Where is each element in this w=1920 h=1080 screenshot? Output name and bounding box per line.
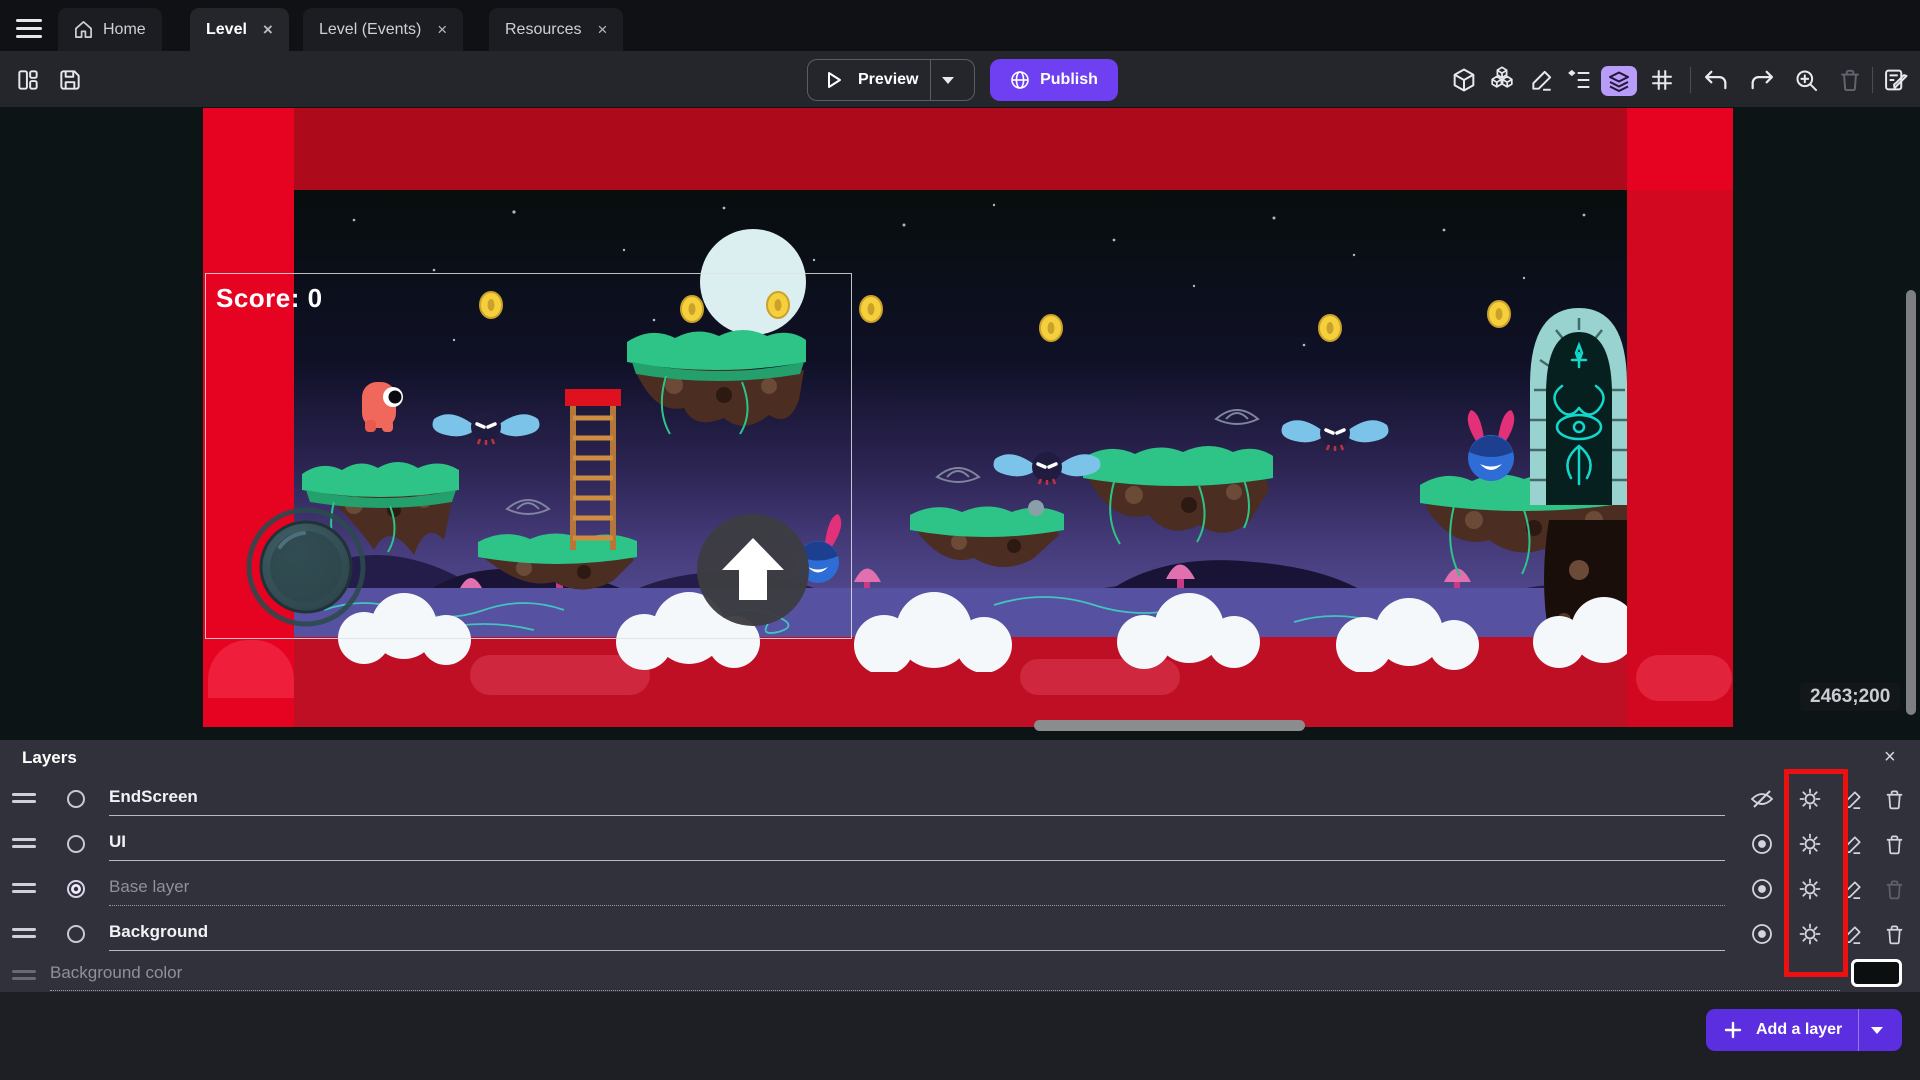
gdevelop-editor-window: Home Level × Level (Events) × Resources …	[0, 0, 1920, 1080]
tab-label: Level	[206, 21, 247, 39]
delete-icon[interactable]	[1880, 830, 1908, 858]
toolbar-separator	[1872, 67, 1873, 93]
vertical-scrollbar[interactable]	[1906, 290, 1916, 715]
tab-label: Level (Events)	[319, 21, 421, 39]
divider	[1858, 1009, 1859, 1051]
toolbar-separator	[1690, 67, 1691, 93]
preview-button[interactable]: Preview	[807, 59, 975, 101]
object-icon[interactable]	[1448, 64, 1480, 96]
layer-name-underline	[109, 814, 1725, 816]
tab-level-events[interactable]: Level (Events) ×	[303, 8, 463, 51]
level-wall-right[interactable]	[1627, 108, 1733, 727]
tab-level[interactable]: Level ×	[190, 8, 289, 51]
publish-button[interactable]: Publish	[990, 59, 1118, 101]
home-icon	[74, 20, 93, 39]
drag-handle-icon[interactable]	[12, 879, 36, 897]
layer-radio[interactable]	[66, 924, 86, 944]
horizontal-scrollbar[interactable]	[1034, 720, 1305, 731]
layers-panel-title: Layers	[22, 748, 77, 768]
save-icon[interactable]	[54, 64, 86, 96]
visible-icon[interactable]	[1748, 875, 1776, 903]
instances-list-icon[interactable]	[1564, 64, 1596, 96]
close-icon[interactable]: ×	[597, 20, 607, 40]
level-wall-top[interactable]	[203, 108, 1733, 190]
level-wall-corner[interactable]	[1627, 108, 1733, 190]
layer-radio[interactable]	[66, 834, 86, 854]
menu-icon[interactable]	[12, 14, 46, 40]
wall-decoration	[1636, 655, 1732, 701]
preview-label: Preview	[858, 71, 918, 89]
tab-label: Resources	[505, 21, 581, 39]
layer-name-field[interactable]: EndScreen	[109, 787, 198, 807]
cursor-coordinates-badge: 2463;200	[1800, 683, 1900, 711]
layer-name-field[interactable]: UI	[109, 832, 126, 852]
drag-handle-icon[interactable]	[12, 924, 36, 942]
tab-resources[interactable]: Resources ×	[489, 8, 623, 51]
drag-handle-icon	[12, 966, 36, 984]
scene-properties-icon[interactable]	[1880, 64, 1912, 96]
plus-icon	[1724, 1021, 1742, 1039]
globe-icon	[1010, 70, 1030, 90]
layers-icon	[1607, 69, 1631, 93]
tab-label: Home	[103, 21, 146, 39]
hidden-icon[interactable]	[1748, 785, 1776, 813]
layer-radio-selected[interactable]	[66, 879, 86, 899]
objects-group-icon[interactable]	[1486, 64, 1518, 96]
selection-rectangle[interactable]	[205, 273, 852, 639]
layer-name-underline	[109, 949, 1725, 951]
portal-arch[interactable]	[1530, 308, 1627, 505]
background-color-swatch[interactable]	[1851, 959, 1902, 987]
visible-icon[interactable]	[1748, 830, 1776, 858]
add-layer-dropdown-icon[interactable]	[1870, 1025, 1884, 1035]
layers-panel: Layers × EndScreen UI	[0, 740, 1920, 992]
play-icon	[824, 70, 844, 90]
zoom-in-icon[interactable]	[1790, 64, 1822, 96]
layer-name-field[interactable]: Background	[109, 922, 208, 942]
layer-name-underline	[109, 904, 1725, 906]
layers-panel-toggle-active[interactable]	[1601, 66, 1637, 96]
visible-icon[interactable]	[1748, 920, 1776, 948]
add-layer-button[interactable]: Add a layer	[1706, 1009, 1902, 1051]
close-icon[interactable]: ×	[437, 20, 447, 40]
layer-name-field: Base layer	[109, 877, 189, 897]
add-layer-label: Add a layer	[1756, 1021, 1842, 1039]
undo-icon[interactable]	[1700, 64, 1732, 96]
preview-dropdown-icon[interactable]	[941, 75, 955, 85]
edit-icon[interactable]	[1526, 64, 1558, 96]
close-icon[interactable]: ×	[1884, 746, 1896, 769]
layer-name-underline	[109, 859, 1725, 861]
scene-editor-canvas[interactable]: Score: 0 2463;200	[0, 107, 1920, 740]
annotation-highlight-rectangle	[1784, 769, 1848, 977]
delete-icon-disabled	[1834, 64, 1866, 96]
drag-handle-icon[interactable]	[12, 834, 36, 852]
delete-icon[interactable]	[1880, 785, 1908, 813]
redo-icon[interactable]	[1746, 64, 1778, 96]
drag-handle-icon[interactable]	[12, 789, 36, 807]
delete-icon[interactable]	[1880, 920, 1908, 948]
divider	[930, 60, 931, 100]
bottom-bar: Add a layer	[0, 992, 1920, 1080]
background-color-label: Background color	[50, 963, 182, 983]
tab-bar: Home Level × Level (Events) × Resources …	[0, 0, 1920, 51]
delete-icon-disabled	[1880, 875, 1908, 903]
score-text[interactable]: Score: 0	[216, 283, 323, 314]
tab-home[interactable]: Home	[58, 8, 162, 51]
close-icon[interactable]: ×	[263, 20, 273, 40]
layout-icon[interactable]	[12, 64, 44, 96]
grid-icon[interactable]	[1646, 64, 1678, 96]
layer-radio[interactable]	[66, 789, 86, 809]
publish-label: Publish	[1040, 71, 1098, 89]
toolbar: Preview Publish	[0, 51, 1920, 107]
background-color-underline	[50, 989, 1840, 991]
